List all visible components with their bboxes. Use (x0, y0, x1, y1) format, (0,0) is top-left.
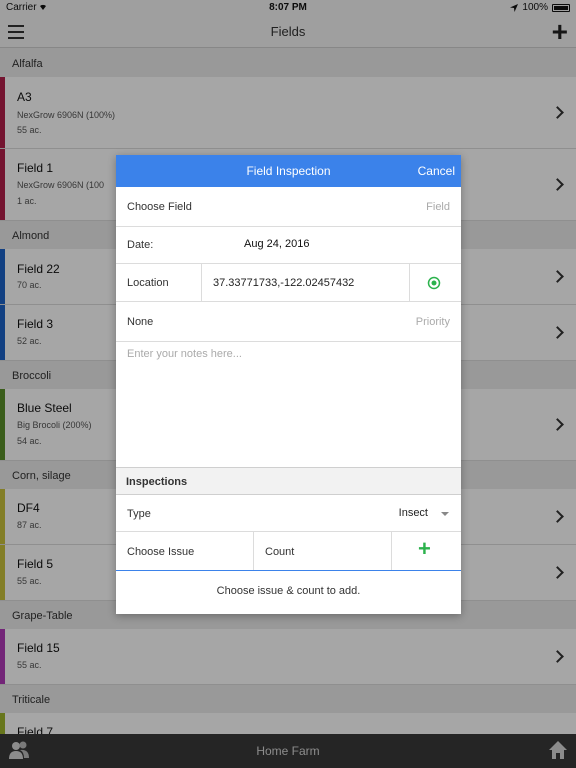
notes-textarea[interactable]: Enter your notes here... (116, 342, 461, 468)
location-field[interactable]: 37.33771733,-122.02457432 (213, 277, 354, 289)
locate-icon[interactable] (427, 276, 441, 290)
type-row[interactable]: Type Insect (116, 495, 461, 532)
choose-field-label: Choose Field (127, 201, 192, 213)
date-label: Date: (127, 239, 154, 251)
field-inspection-modal: Field Inspection Cancel Choose Field Fie… (116, 155, 461, 614)
divider (253, 532, 254, 570)
location-label: Location (127, 277, 169, 289)
choose-issue-select[interactable]: Choose Issue (127, 546, 194, 558)
notes-placeholder: Enter your notes here... (127, 348, 242, 360)
add-hint: Choose issue & count to add. (216, 585, 361, 597)
location-row: Location 37.33771733,-122.02457432 (116, 264, 461, 302)
count-input[interactable]: Count (265, 546, 294, 558)
divider (409, 264, 410, 301)
priority-value: None (127, 316, 154, 328)
priority-hint: Priority (415, 316, 450, 328)
date-value[interactable]: Aug 24, 2016 (244, 238, 309, 250)
choose-field-row[interactable]: Choose Field Field (116, 187, 461, 227)
cancel-button[interactable]: Cancel (418, 164, 455, 178)
field-hint: Field (426, 201, 450, 213)
inspections-header: Inspections (116, 468, 461, 495)
date-row[interactable]: Date: Aug 24, 2016 (116, 227, 461, 264)
divider (391, 532, 392, 570)
modal-title: Field Inspection (246, 164, 331, 178)
type-select[interactable]: Insect (399, 507, 428, 519)
type-label: Type (127, 508, 151, 520)
add-issue-row: Choose Issue Count + (116, 532, 461, 571)
dropdown-caret-icon (441, 512, 449, 516)
priority-row[interactable]: None Priority (116, 302, 461, 342)
add-issue-icon[interactable]: + (418, 536, 431, 562)
divider (201, 264, 202, 301)
inspections-title: Inspections (126, 476, 188, 488)
modal-header: Field Inspection Cancel (116, 155, 461, 187)
